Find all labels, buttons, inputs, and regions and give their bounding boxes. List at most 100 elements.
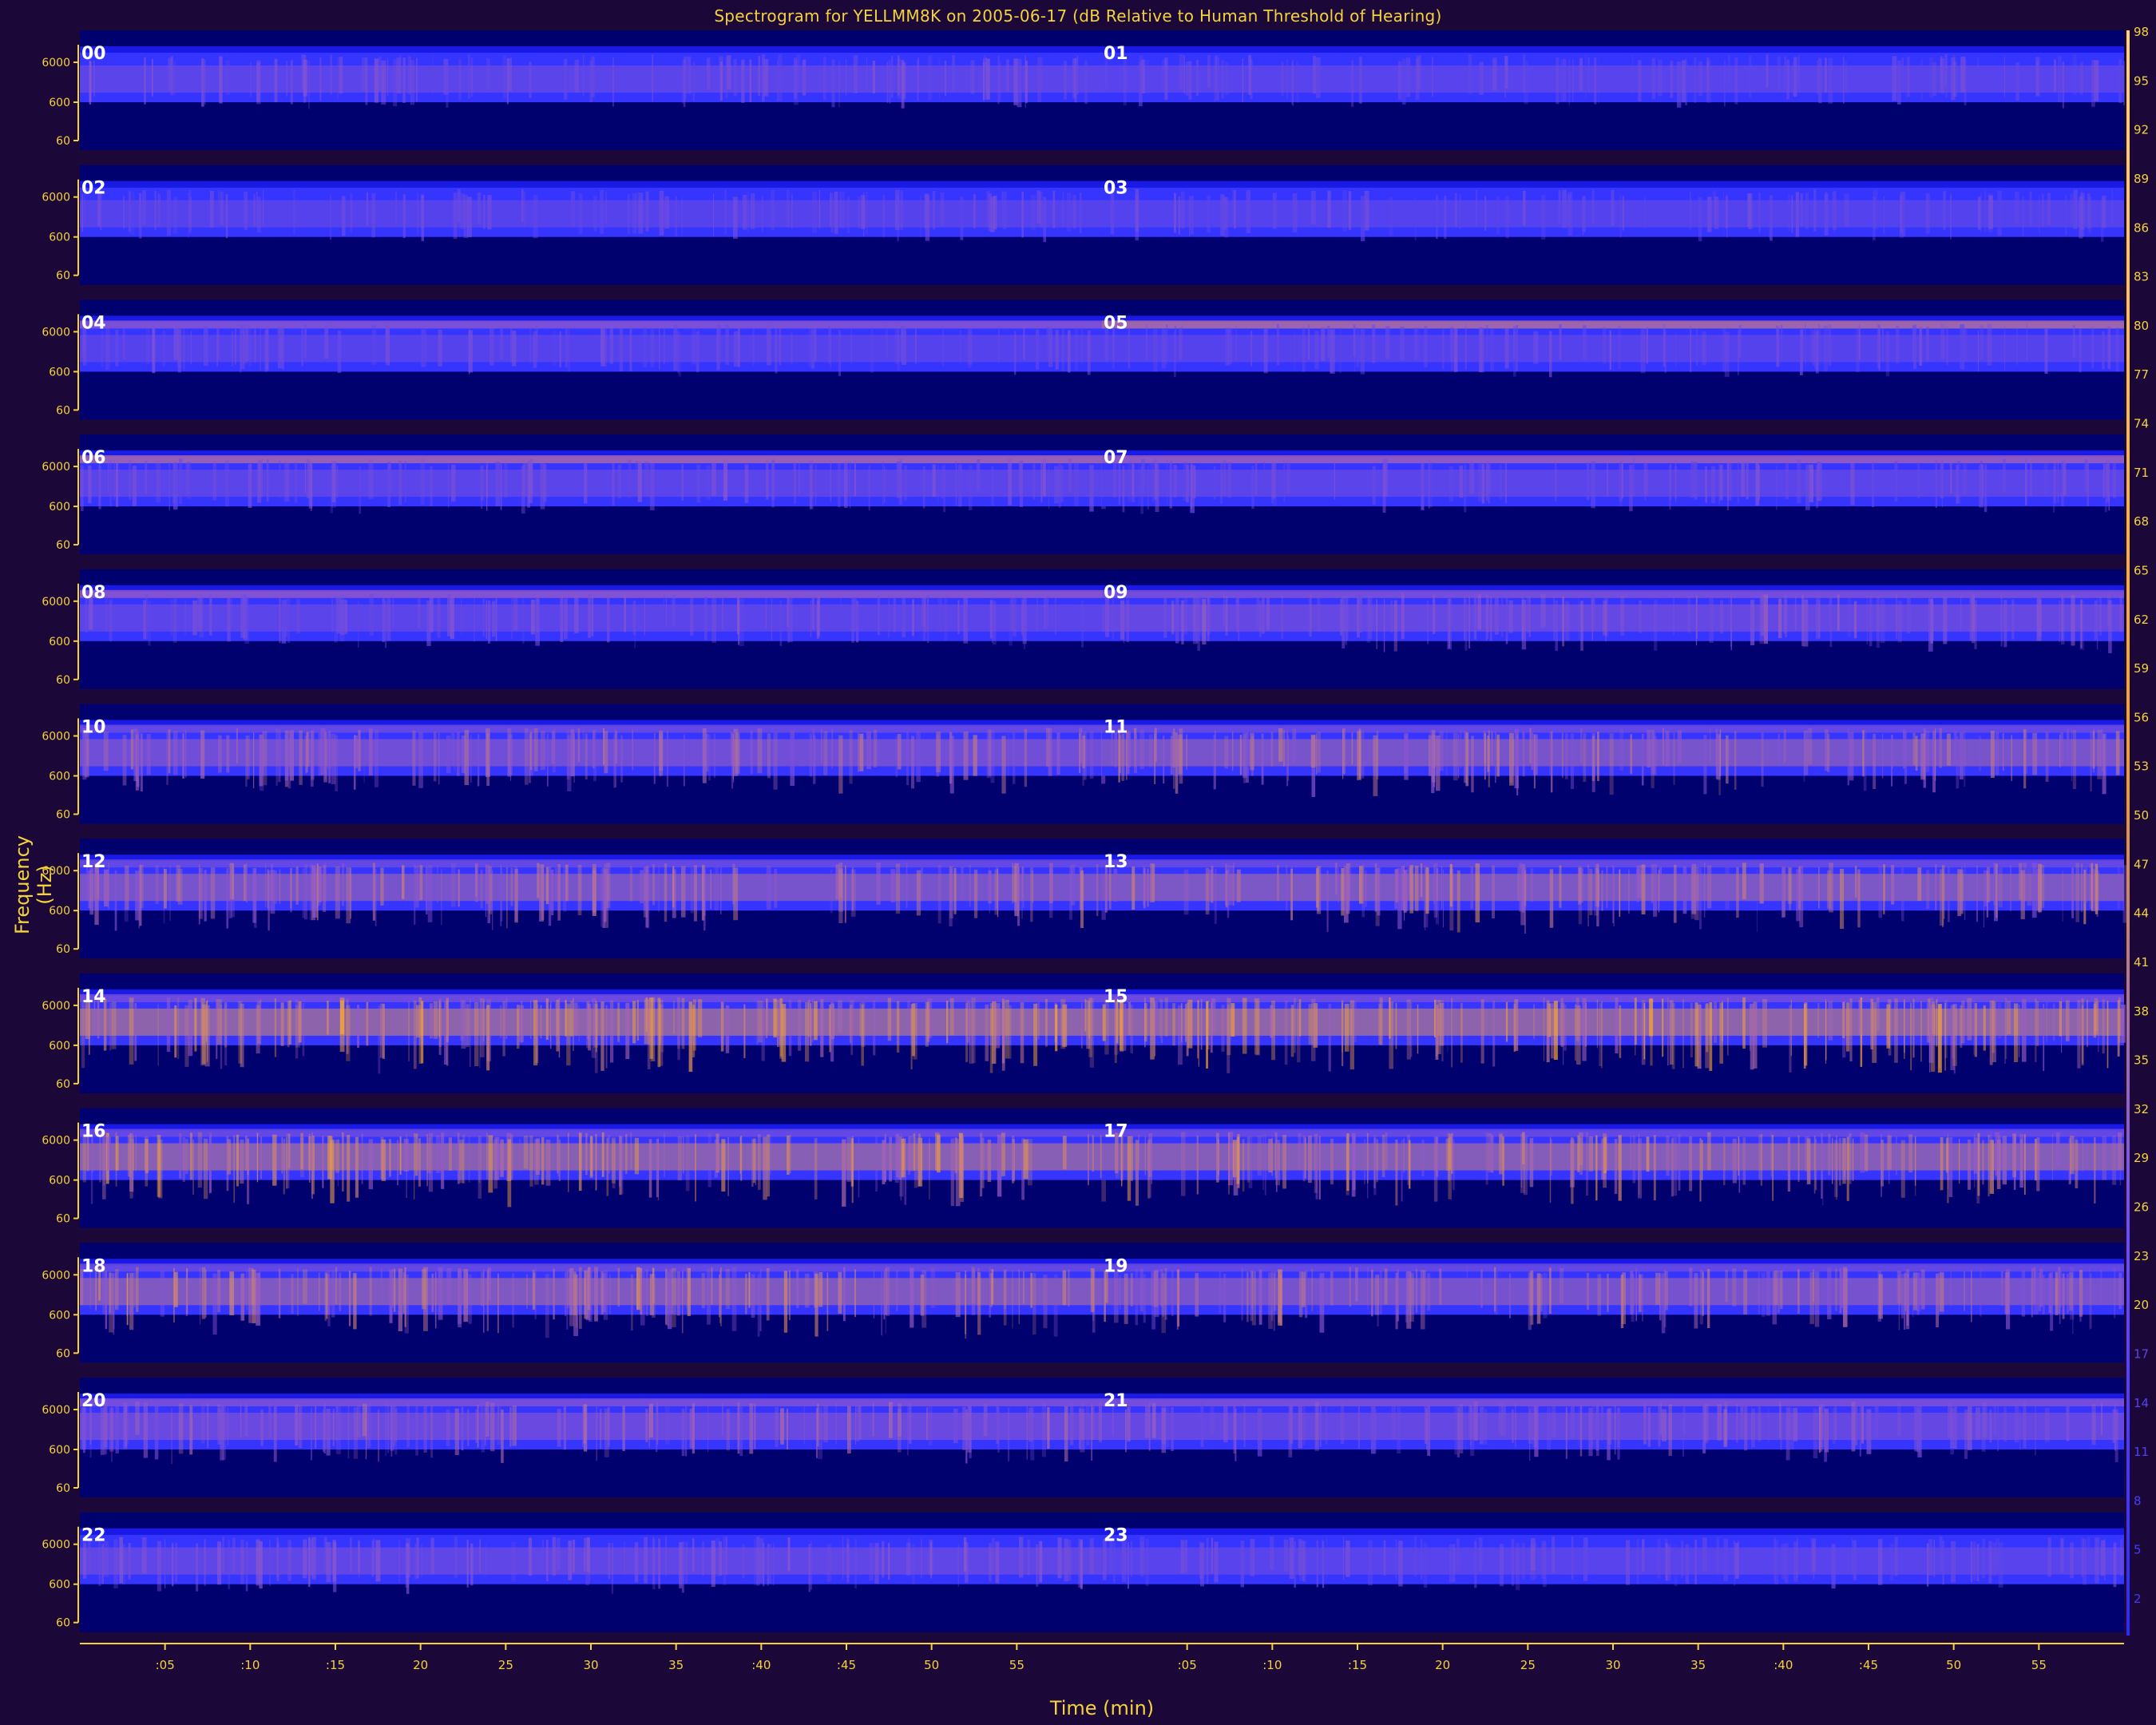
noise-streak (464, 730, 470, 786)
noise-streak (1641, 864, 1646, 914)
noise-streak (1572, 59, 1574, 102)
x-tick-label: 50 (1946, 1658, 1961, 1672)
noise-streak (1517, 866, 1520, 901)
noise-streak (950, 1138, 955, 1207)
noise-streak (504, 458, 508, 498)
noise-streak (582, 728, 585, 763)
noise-streak (868, 466, 870, 511)
noise-streak (1250, 1539, 1255, 1576)
noise-streak (605, 191, 607, 224)
noise-streak (1420, 1539, 1423, 1580)
noise-streak (887, 997, 892, 1041)
noise-streak (1547, 1406, 1552, 1450)
noise-streak (208, 1136, 211, 1194)
noise-streak (2029, 191, 2032, 227)
noise-streak (1256, 594, 1260, 629)
noise-streak (791, 331, 793, 365)
noise-streak (891, 56, 894, 98)
noise-streak (287, 598, 291, 643)
x-tick-label: 35 (668, 1658, 684, 1672)
noise-streak (1365, 870, 1367, 907)
noise-streak (2102, 733, 2106, 795)
noise-streak (156, 460, 161, 503)
noise-streak (1762, 1272, 1766, 1317)
noise-streak (546, 1540, 549, 1582)
noise-streak (886, 61, 889, 103)
noise-streak (1666, 1135, 1670, 1176)
noise-streak (1480, 1269, 1483, 1308)
noise-streak (2121, 1004, 2126, 1043)
noise-streak (838, 867, 843, 912)
noise-streak (1127, 1136, 1132, 1201)
noise-streak (189, 1132, 192, 1180)
noise-streak (1233, 1406, 1236, 1454)
noise-streak (1351, 732, 1353, 765)
noise-streak (1784, 1543, 1789, 1583)
noise-streak (534, 1267, 537, 1320)
noise-streak (1969, 593, 1973, 641)
noise-streak (416, 1537, 419, 1579)
noise-streak (1714, 196, 1719, 229)
noise-streak (1235, 326, 1238, 361)
noise-streak (238, 1001, 243, 1064)
noise-streak (143, 1402, 149, 1458)
noise-streak (617, 1267, 620, 1307)
noise-streak (1278, 728, 1283, 762)
noise-streak (109, 1407, 114, 1452)
noise-streak (552, 728, 556, 772)
noise-streak (1759, 192, 1761, 236)
noise-streak (129, 1132, 133, 1192)
noise-streak (817, 596, 820, 636)
noise-streak (1414, 1536, 1417, 1577)
noise-streak (1342, 597, 1346, 648)
noise-streak (1827, 733, 1830, 773)
noise-streak (652, 54, 653, 102)
noise-streak (727, 55, 731, 90)
noise-streak (932, 191, 936, 230)
noise-streak (952, 55, 955, 93)
noise-streak (1553, 597, 1555, 640)
noise-streak (296, 599, 300, 634)
noise-streak (111, 1001, 117, 1049)
colorbar-tick-label: 35 (2134, 1053, 2149, 1068)
noise-streak (2035, 998, 2037, 1062)
noise-streak (454, 1537, 458, 1578)
noise-streak (1310, 594, 1312, 637)
noise-streak (1316, 733, 1318, 775)
noise-streak (820, 999, 824, 1057)
noise-streak (1603, 1135, 1608, 1172)
noise-streak (1349, 1267, 1351, 1307)
noise-streak (172, 196, 178, 234)
noise-streak (2012, 1133, 2016, 1178)
noise-streak (1896, 60, 1901, 105)
noise-streak (756, 1000, 759, 1045)
noise-streak (959, 330, 961, 363)
noise-streak (548, 866, 552, 926)
noise-streak (1662, 998, 1664, 1057)
noise-streak (1551, 1003, 1554, 1059)
noise-streak (788, 999, 792, 1057)
noise-streak (304, 458, 307, 494)
noise-streak (1915, 736, 1918, 771)
noise-streak (535, 598, 540, 646)
noise-streak (292, 189, 295, 235)
noise-streak (123, 324, 125, 359)
noise-streak (1723, 191, 1724, 236)
noise-streak (1144, 1406, 1150, 1438)
noise-streak (1385, 1132, 1388, 1170)
noise-streak (1040, 192, 1043, 228)
noise-streak (1075, 325, 1078, 371)
noise-streak (1144, 1136, 1146, 1176)
noise-streak (1475, 863, 1480, 922)
noise-streak (692, 1538, 695, 1572)
noise-streak (1964, 1410, 1968, 1459)
noise-streak (612, 58, 614, 107)
noise-streak (1980, 192, 1982, 233)
noise-streak (630, 1132, 632, 1169)
noise-streak (357, 1005, 359, 1049)
noise-streak (1080, 192, 1082, 233)
noise-streak (1121, 733, 1125, 781)
noise-streak (1597, 732, 1599, 781)
noise-streak (1447, 597, 1452, 650)
noise-streak (1460, 1002, 1463, 1063)
